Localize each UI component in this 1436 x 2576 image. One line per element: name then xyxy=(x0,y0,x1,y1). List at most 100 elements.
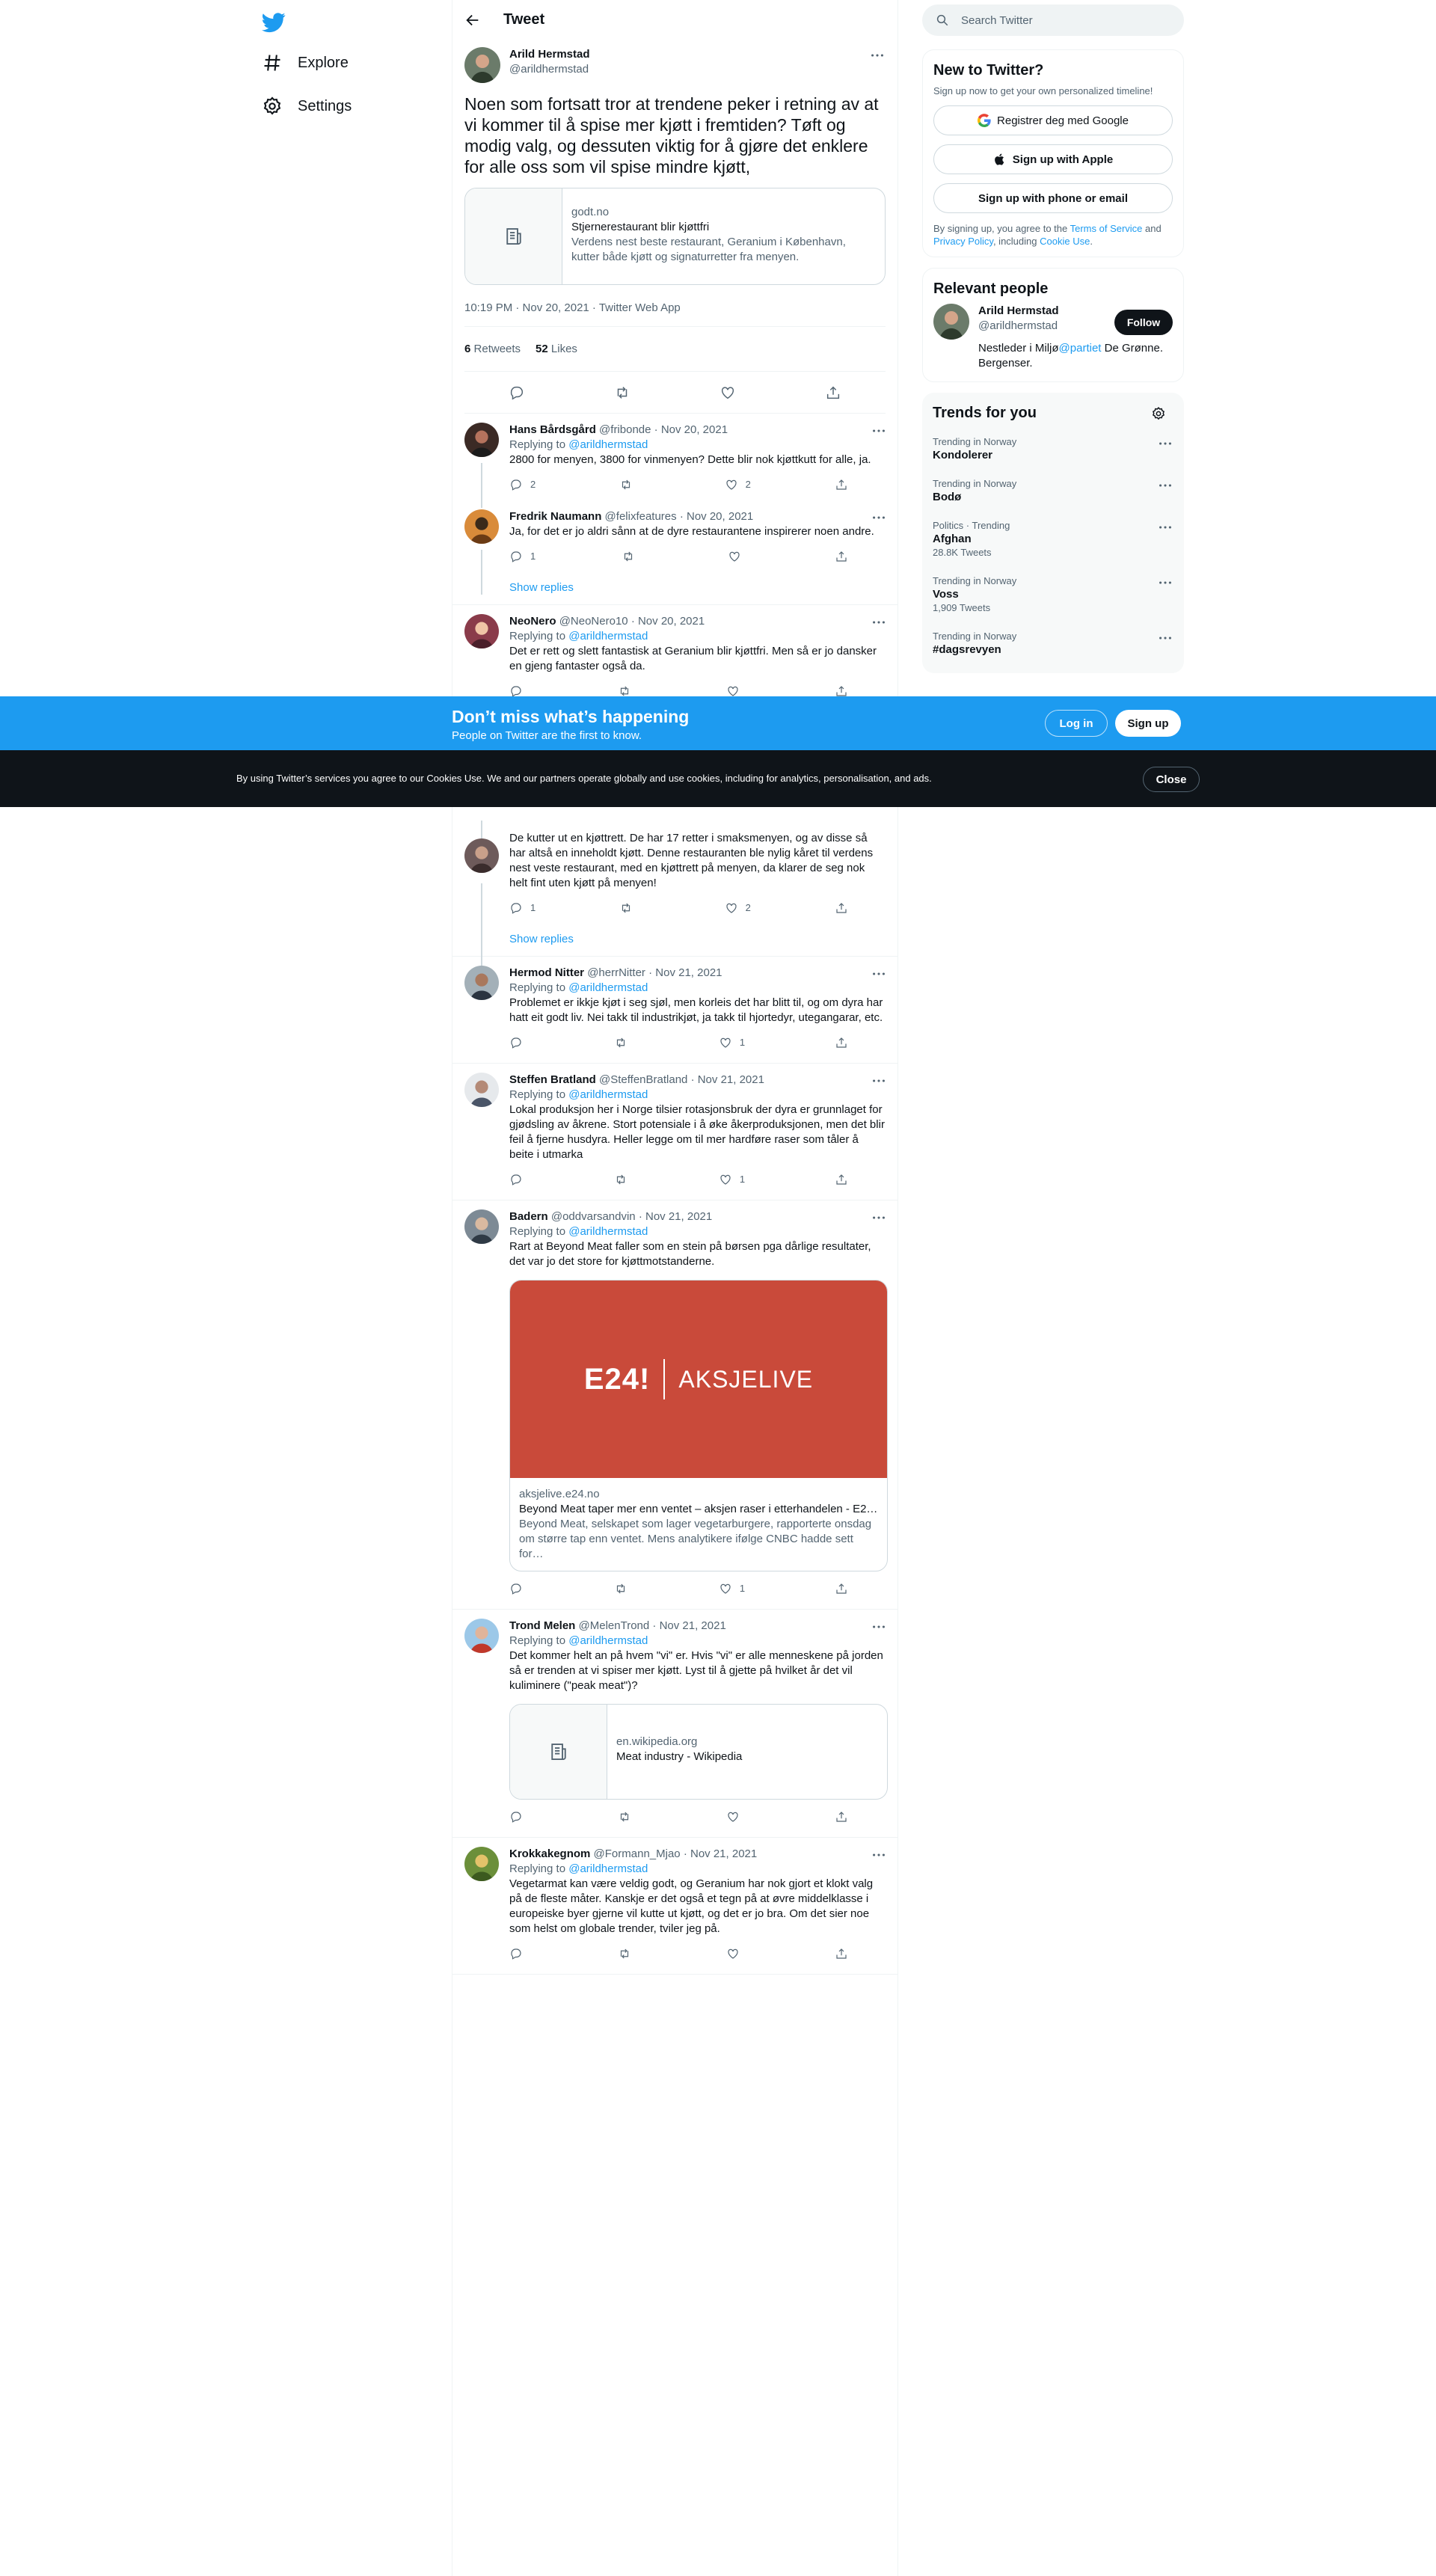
more-icon[interactable] xyxy=(869,47,886,64)
reply-handle[interactable]: @herrNitter xyxy=(587,966,645,979)
trend-item[interactable]: Trending in Norway #dagsrevyen xyxy=(933,622,1173,664)
avatar[interactable] xyxy=(464,614,499,648)
replying-to-link[interactable]: @arildhermstad xyxy=(568,1634,648,1647)
reply-name[interactable]: Steffen Bratland xyxy=(509,1073,596,1086)
more-icon[interactable] xyxy=(871,614,887,631)
reply-item[interactable]: Badern @oddvarsandvin · Nov 21, 2021 Rep… xyxy=(452,1200,898,1610)
share-button[interactable] xyxy=(835,478,850,491)
reply-button[interactable]: 1 xyxy=(509,901,536,916)
avatar[interactable] xyxy=(464,1073,499,1107)
retweet-button[interactable] xyxy=(619,478,640,491)
reply-date[interactable]: · Nov 21, 2021 xyxy=(648,966,722,979)
more-icon[interactable] xyxy=(871,423,887,439)
reply-item[interactable]: NeoNero @NeoNero10 · Nov 20, 2021 Replyi… xyxy=(452,605,898,711)
terms-link[interactable]: Terms of Service xyxy=(1070,223,1143,234)
reply-name[interactable]: NeoNero xyxy=(509,615,556,628)
tweet-meta[interactable]: 10:19 PM · Nov 20, 2021 · Twitter Web Ap… xyxy=(464,301,886,327)
reply-button[interactable] xyxy=(509,1173,524,1186)
back-arrow-icon[interactable] xyxy=(464,12,481,28)
reply-handle[interactable]: @Formann_Mjao xyxy=(594,1847,681,1860)
share-button[interactable] xyxy=(835,1582,850,1595)
reply-item[interactable]: Hermod Nitter @herrNitter · Nov 21, 2021… xyxy=(452,957,898,1064)
replying-to-link[interactable]: @arildhermstad xyxy=(568,438,648,451)
more-icon[interactable] xyxy=(1157,435,1173,452)
more-icon[interactable] xyxy=(871,1619,887,1635)
phone-email-signup-button[interactable]: Sign up with phone or email xyxy=(933,183,1173,213)
retweet-button[interactable] xyxy=(618,1810,633,1824)
close-button[interactable]: Close xyxy=(1143,767,1200,792)
media-link-card[interactable]: E24! AKSJELIVE aksjelive.e24.no Beyond M… xyxy=(509,1280,888,1571)
reply-handle[interactable]: @felixfeatures xyxy=(605,510,677,523)
like-button[interactable]: 1 xyxy=(719,1172,745,1187)
replying-to-link[interactable]: @arildhermstad xyxy=(568,981,648,994)
reply-icon[interactable] xyxy=(509,384,525,401)
reply-item[interactable]: Steffen Bratland @SteffenBratland · Nov … xyxy=(452,1064,898,1200)
avatar[interactable] xyxy=(933,304,969,340)
reply-date[interactable]: · Nov 20, 2021 xyxy=(631,615,705,628)
author-name[interactable]: Arild Hermstad xyxy=(509,47,590,62)
link-card[interactable]: godt.no Stjernerestaurant blir kjøttfri … xyxy=(464,188,886,285)
privacy-link[interactable]: Privacy Policy xyxy=(933,236,993,247)
like-button[interactable] xyxy=(726,1810,741,1824)
google-signup-button[interactable]: Registrer deg med Google xyxy=(933,105,1173,135)
author-handle[interactable]: @arildhermstad xyxy=(509,62,590,77)
reply-item[interactable]: Hans Bårdsgård @fribonde · Nov 20, 2021 … xyxy=(452,414,898,508)
more-icon[interactable] xyxy=(871,1073,887,1089)
reply-date[interactable]: · Nov 21, 2021 xyxy=(691,1073,764,1086)
avatar[interactable] xyxy=(464,509,499,544)
replying-to-link[interactable]: @arildhermstad xyxy=(568,1225,648,1238)
more-icon[interactable] xyxy=(1157,630,1173,646)
reply-name[interactable]: Hermod Nitter xyxy=(509,966,584,979)
reply-name[interactable]: Hans Bårdsgård xyxy=(509,423,596,436)
retweet-button[interactable] xyxy=(619,901,640,915)
gear-icon[interactable] xyxy=(1151,406,1166,421)
reply-button[interactable] xyxy=(509,1036,524,1049)
reply-handle[interactable]: @NeoNero10 xyxy=(559,615,628,628)
trend-item[interactable]: Trending in Norway Kondolerer xyxy=(933,428,1173,470)
reply-item[interactable]: Trond Melen @MelenTrond · Nov 21, 2021 R… xyxy=(452,1610,898,1838)
reply-date[interactable]: · Nov 21, 2021 xyxy=(684,1847,757,1860)
retweet-icon[interactable] xyxy=(614,384,630,401)
retweet-button[interactable] xyxy=(614,1036,629,1049)
avatar[interactable] xyxy=(464,423,499,457)
share-icon[interactable] xyxy=(825,384,841,401)
more-icon[interactable] xyxy=(871,509,887,526)
search-box[interactable]: Search Twitter xyxy=(922,4,1184,36)
reply-item[interactable]: Krokkakegnom @Formann_Mjao · Nov 21, 202… xyxy=(452,1838,898,1975)
more-icon[interactable] xyxy=(871,1847,887,1863)
retweet-button[interactable] xyxy=(618,1947,633,1960)
share-button[interactable] xyxy=(835,901,850,915)
share-button[interactable] xyxy=(835,1036,850,1049)
reply-handle[interactable]: @SteffenBratland xyxy=(599,1073,687,1086)
reply-name[interactable]: Badern xyxy=(509,1210,548,1223)
replying-to-link[interactable]: @arildhermstad xyxy=(568,1088,648,1101)
share-button[interactable] xyxy=(835,1173,850,1186)
more-icon[interactable] xyxy=(871,966,887,982)
reply-date[interactable]: · Nov 21, 2021 xyxy=(639,1210,712,1223)
retweet-button[interactable] xyxy=(614,1582,629,1595)
trend-item[interactable]: Politics · Trending Afghan 28.8K Tweets xyxy=(933,512,1173,567)
more-icon[interactable] xyxy=(1157,519,1173,536)
show-replies-link[interactable]: Show replies xyxy=(452,577,898,605)
reply-button[interactable]: 1 xyxy=(509,549,536,564)
avatar[interactable] xyxy=(464,1209,499,1244)
like-button[interactable]: 1 xyxy=(719,1581,745,1596)
share-button[interactable] xyxy=(835,550,850,563)
like-button[interactable]: 1 xyxy=(719,1035,745,1050)
nav-settings[interactable]: Settings xyxy=(262,96,352,117)
apple-signup-button[interactable]: Sign up with Apple xyxy=(933,144,1173,174)
reply-handle[interactable]: @MelenTrond xyxy=(579,1619,650,1632)
show-replies-link[interactable]: Show replies xyxy=(452,928,898,957)
likes-count-link[interactable]: 52 Likes xyxy=(536,343,577,355)
avatar[interactable] xyxy=(464,1847,499,1881)
avatar[interactable] xyxy=(464,966,499,1000)
retweets-count-link[interactable]: 6 Retweets xyxy=(464,343,521,355)
reply-name[interactable]: Fredrik Naumann xyxy=(509,510,601,523)
cookie-link[interactable]: Cookie Use xyxy=(1040,236,1090,247)
person-name[interactable]: Arild Hermstad xyxy=(978,304,1113,319)
replying-to-link[interactable]: @arildhermstad xyxy=(568,630,648,643)
like-button[interactable] xyxy=(728,550,749,563)
retweet-button[interactable] xyxy=(622,550,642,563)
like-icon[interactable] xyxy=(719,384,736,401)
like-button[interactable]: 2 xyxy=(725,901,751,916)
